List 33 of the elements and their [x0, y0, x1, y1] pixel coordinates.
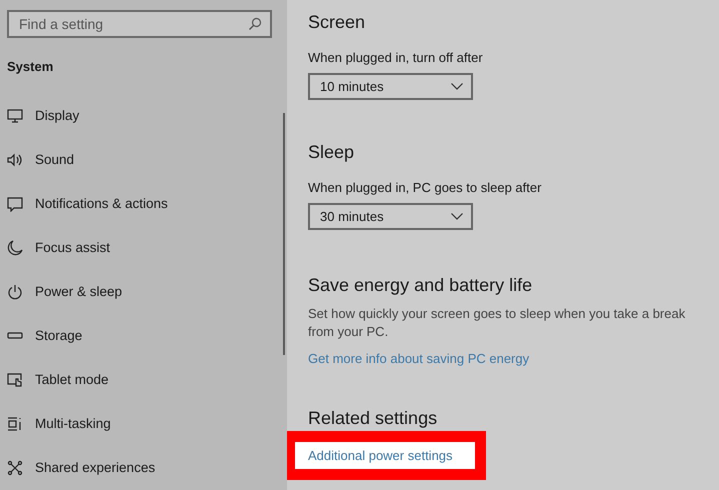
- chevron-icon: [451, 83, 463, 90]
- section-heading: Sleep: [308, 142, 356, 163]
- tablet-icon: [7, 372, 23, 388]
- monitor-icon: [7, 108, 23, 124]
- speech-bubble-icon: [7, 196, 23, 212]
- search-field[interactable]: Find a setting: [7, 10, 272, 38]
- sidebar-item[interactable]: Tablet mode: [0, 370, 287, 389]
- setting-label: When plugged in, PC goes to sleep after: [308, 180, 542, 195]
- timeout-dropdown[interactable]: 30 minutes: [308, 203, 473, 230]
- chevron-icon: [451, 213, 463, 220]
- section-heading: Screen: [308, 12, 366, 33]
- section-heading: Save energy and battery life: [308, 275, 534, 296]
- section-heading: System: [7, 59, 54, 74]
- sidebar-item[interactable]: Focus assist: [0, 238, 287, 257]
- timeout-dropdown[interactable]: 10 minutes: [308, 73, 473, 100]
- sidebar-item[interactable]: Notifications & actions: [0, 194, 287, 213]
- setting-label: When plugged in, turn off after: [308, 50, 484, 65]
- sidebar-item[interactable]: Power & sleep: [0, 282, 287, 301]
- sidebar-item[interactable]: Multi-tasking: [0, 414, 287, 433]
- windows-stack-icon: [7, 416, 23, 432]
- network-icon: [7, 460, 23, 476]
- sidebar-item[interactable]: Sound: [0, 150, 287, 169]
- sidebar-item[interactable]: Shared experiences: [0, 458, 287, 477]
- speaker-icon: [7, 152, 23, 168]
- description-text: Set how quickly your screen goes to sleep when you take a break from your PC.: [308, 305, 686, 341]
- power-icon: [7, 284, 23, 300]
- section-heading: Related settings: [308, 408, 438, 429]
- power-settings-link[interactable]: Additional power settings: [295, 442, 475, 469]
- sidebar-item[interactable]: Display: [0, 106, 287, 125]
- scrollbar[interactable]: [283, 113, 285, 355]
- search-icon: [248, 17, 262, 31]
- moon-icon: [7, 240, 23, 256]
- sidebar-item[interactable]: Storage: [0, 326, 287, 345]
